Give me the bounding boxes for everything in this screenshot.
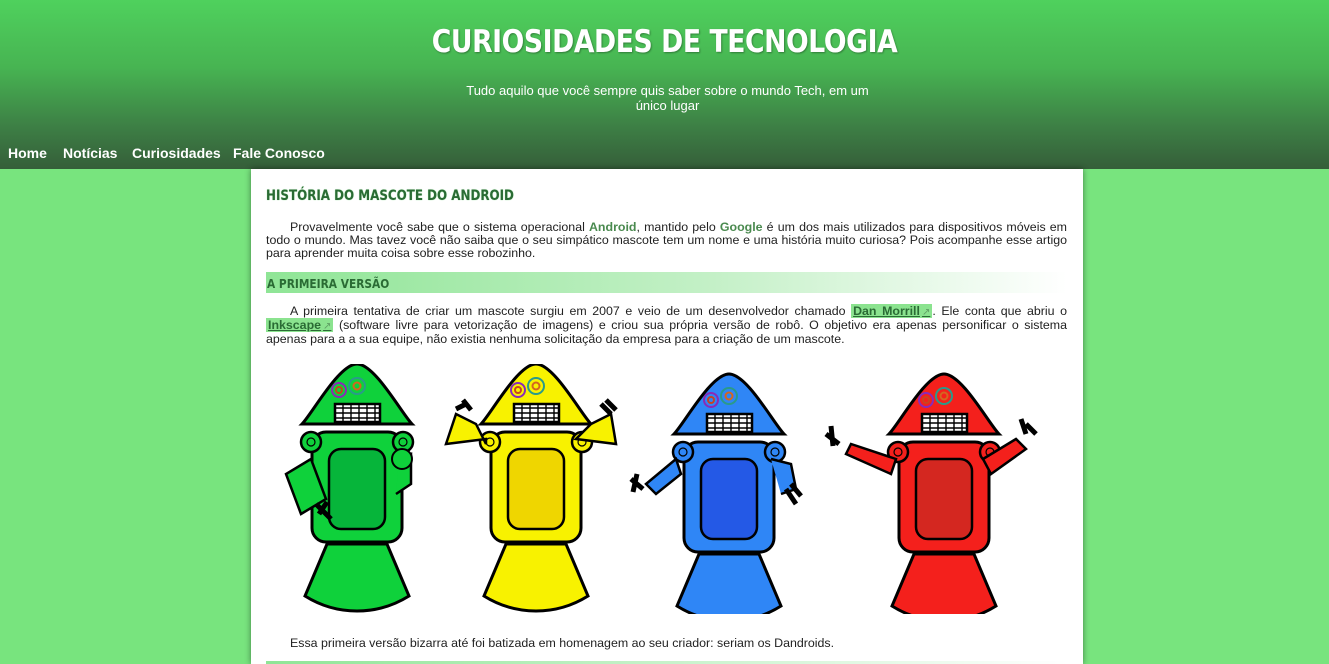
keyword-android: Android xyxy=(588,220,637,234)
site-subtitle: Tudo aquilo que você sempre quis saber s… xyxy=(466,83,869,113)
nav-curiosidades[interactable]: Curiosidades xyxy=(132,145,221,161)
section-title: A PRIMEIRA VERSÃO xyxy=(267,276,390,291)
external-link-icon: ↗ xyxy=(323,321,332,332)
article-title: HISTÓRIA DO MASCOTE DO ANDROID xyxy=(266,188,514,204)
article-container: HISTÓRIA DO MASCOTE DO ANDROID Provavelm… xyxy=(251,169,1083,664)
section-heading: A PRIMEIRA VERSÃO xyxy=(266,272,1067,293)
robot-yellow xyxy=(478,364,594,613)
dandroids-paragraph: Essa primeira versão bizarra até foi bat… xyxy=(290,636,835,650)
site-title: CURIOSIDADES DE TECNOLOGIA xyxy=(431,24,898,60)
robot-red xyxy=(886,372,1002,614)
external-link-icon: ↗ xyxy=(921,307,931,318)
link-inkscape[interactable]: Inkscape ↗ xyxy=(266,318,334,332)
nav-home[interactable]: Home xyxy=(8,145,47,161)
link-dan-morrill[interactable]: Dan Morrill ↗ xyxy=(851,304,933,318)
dandroids-image xyxy=(284,364,1038,614)
nav-noticias[interactable]: Notícias xyxy=(63,145,117,161)
nav-fale-conosco[interactable]: Fale Conosco xyxy=(233,145,325,161)
first-version-paragraph: A primeira tentativa de criar um mascote… xyxy=(266,304,1068,346)
site-header: CURIOSIDADES DE TECNOLOGIA Tudo aquilo q… xyxy=(0,0,1329,169)
intro-paragraph: Provavelmente você sabe que o sistema op… xyxy=(266,220,1068,260)
keyword-google: Google xyxy=(719,220,763,234)
robot-blue xyxy=(671,372,787,614)
